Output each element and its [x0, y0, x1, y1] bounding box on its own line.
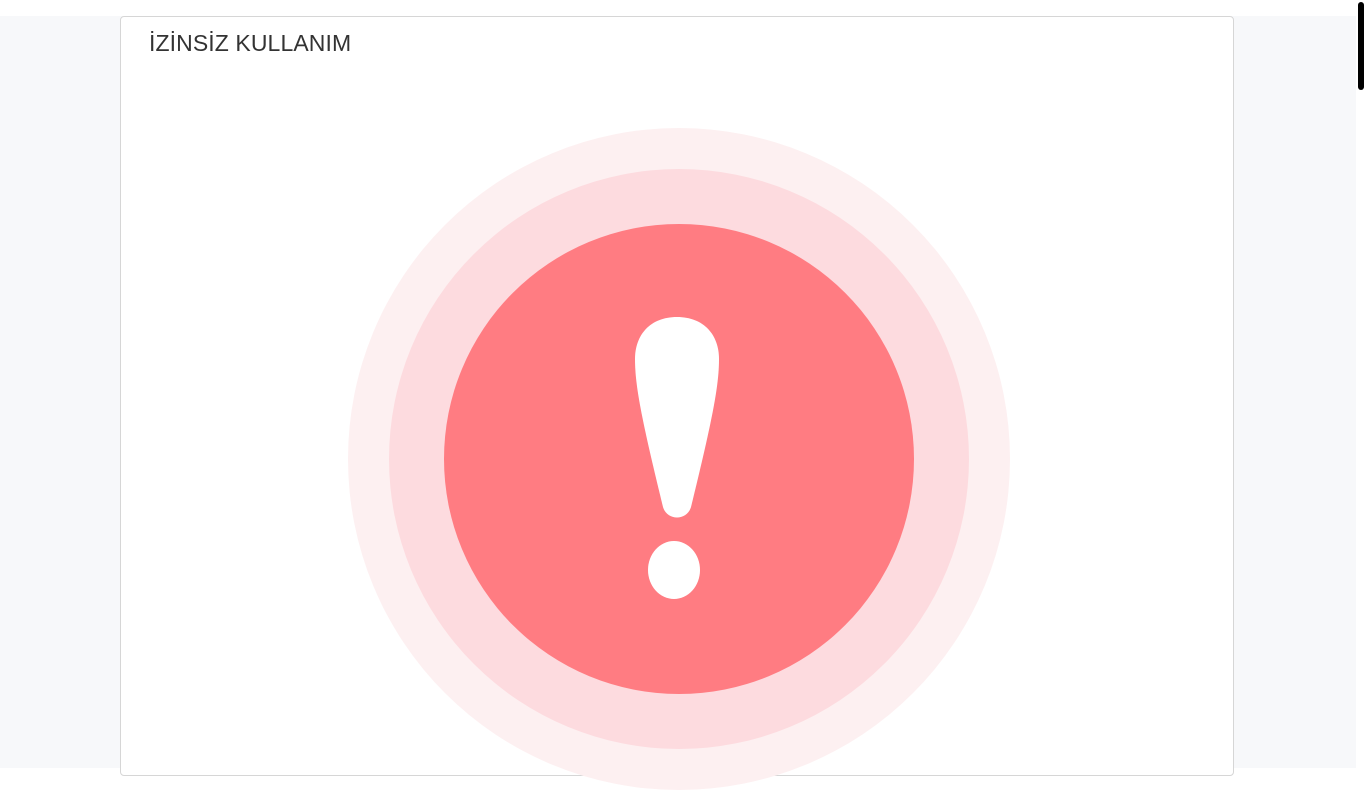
page-title: İZİNSİZ KULLANIM: [149, 30, 352, 56]
scrollbar-track[interactable]: [1356, 0, 1366, 768]
exclamation-dot: [648, 541, 700, 599]
top-strip: [0, 0, 1356, 16]
exclamation-icon: [348, 128, 1010, 790]
scrollbar-thumb[interactable]: [1358, 2, 1364, 90]
unauthorized-usage-card: İZİNSİZ KULLANIM: [120, 16, 1234, 790]
